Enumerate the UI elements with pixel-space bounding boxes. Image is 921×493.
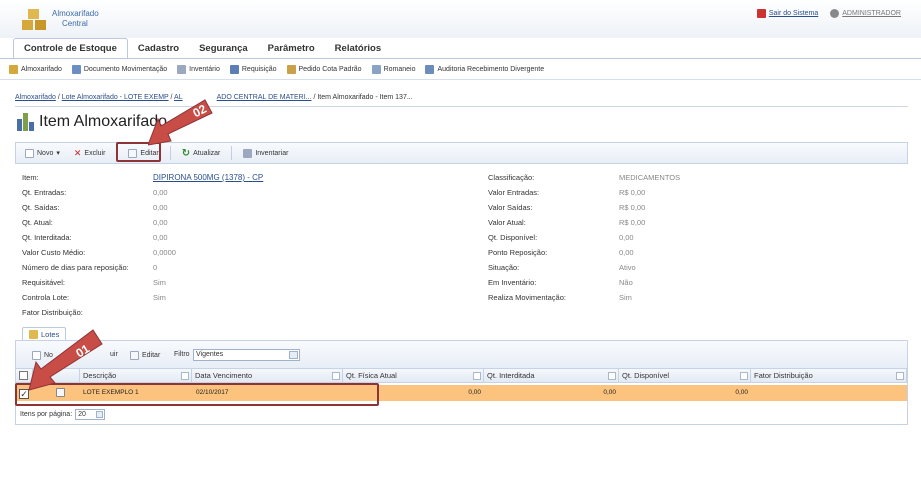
main-tabs: Controle de Estoque Cadastro Segurança P… xyxy=(13,38,391,58)
tab-controle-estoque[interactable]: Controle de Estoque xyxy=(13,38,128,58)
document-icon xyxy=(71,64,81,74)
item-icon xyxy=(17,113,34,131)
col-qt-interditada[interactable]: Qt. Interditada xyxy=(484,369,619,383)
toolbar-separator xyxy=(231,146,233,160)
arrow-01-icon xyxy=(28,329,103,391)
menu-inventario[interactable]: Inventário xyxy=(177,64,220,74)
tab-seguranca[interactable]: Segurança xyxy=(189,40,258,58)
top-bar: Almoxarifado Central Sair do Sistema ADM… xyxy=(0,0,921,38)
menu-requisicao[interactable]: Requisição xyxy=(229,64,277,74)
col-data-vencimento[interactable]: Data Vencimento xyxy=(192,369,343,383)
lotes-toolbar: No uir Editar Filtro Vigentes xyxy=(16,341,907,369)
boxes-logo-icon xyxy=(22,9,46,30)
cell-disponivel: 0,00 xyxy=(735,389,748,396)
chevron-down-icon: ▾ xyxy=(56,150,60,157)
column-menu-icon[interactable] xyxy=(608,372,616,380)
chevron-down-icon xyxy=(289,351,298,359)
col-qt-disponivel[interactable]: Qt. Disponível xyxy=(619,369,751,383)
menu-almoxarifado[interactable]: Almoxarifado xyxy=(9,64,62,74)
sub-menu-bar: Almoxarifado Documento Movimentação Inve… xyxy=(0,58,921,80)
pagination: Itens por página: 20 xyxy=(20,409,106,420)
requisition-icon xyxy=(229,64,239,74)
user-icon xyxy=(830,9,840,18)
tab-parametro[interactable]: Parâmetro xyxy=(258,40,325,58)
col-qt-fisica[interactable]: Qt. Física Atual xyxy=(343,369,484,383)
menu-pedido-cota-padrao[interactable]: Pedido Cota Padrão xyxy=(286,64,362,74)
column-menu-icon[interactable] xyxy=(473,372,481,380)
menu-documento-movimentacao[interactable]: Documento Movimentação xyxy=(71,64,167,74)
delete-button[interactable]: ✕ Excluir xyxy=(71,146,109,161)
logout-link[interactable]: Sair do Sistema xyxy=(756,9,818,18)
column-menu-icon[interactable] xyxy=(896,372,904,380)
menu-romaneio[interactable]: Romaneio xyxy=(371,64,415,74)
delete-x-icon: ✕ xyxy=(73,147,82,158)
column-menu-icon[interactable] xyxy=(332,372,340,380)
inventory-icon xyxy=(177,64,187,74)
page-title-wrap: Item Almoxarifado xyxy=(17,113,167,131)
tab-cadastro[interactable]: Cadastro xyxy=(128,40,189,58)
app-title: Almoxarifado Central xyxy=(52,9,99,28)
inventory-icon xyxy=(243,148,253,158)
chevron-down-icon xyxy=(96,411,104,418)
edit-icon xyxy=(130,351,139,360)
crumb-almoxarifado[interactable]: Almoxarifado xyxy=(15,94,56,101)
cell-interditada: 0,00 xyxy=(603,389,616,396)
arrow-02-icon xyxy=(148,99,213,146)
menu-auditoria[interactable]: Auditoria Recebimento Divergente xyxy=(425,64,544,74)
tab-relatorios[interactable]: Relatórios xyxy=(325,40,391,58)
item-link[interactable]: DIPIRONA 500MG (1378) - CP xyxy=(153,172,263,184)
column-menu-icon[interactable] xyxy=(181,372,189,380)
audit-icon xyxy=(425,64,435,74)
grid-header: Descrição Data Vencimento Qt. Física Atu… xyxy=(16,369,907,383)
col-fator[interactable]: Fator Distribuição xyxy=(751,369,907,383)
column-menu-icon[interactable] xyxy=(740,372,748,380)
filter-label: Filtro xyxy=(174,351,190,358)
new-button[interactable]: Novo ▾ xyxy=(22,147,63,160)
user-link[interactable]: ADMINISTRADOR xyxy=(830,9,901,18)
new-doc-icon xyxy=(25,148,34,158)
inventory-button[interactable]: Inventariar xyxy=(240,147,291,160)
lotes-edit-button[interactable]: Editar xyxy=(130,351,160,360)
warehouse-icon xyxy=(9,64,18,74)
exit-icon xyxy=(756,9,766,18)
order-icon xyxy=(286,64,296,74)
crumb-current: Item Almoxarifado - Item 137... xyxy=(317,94,413,101)
per-page-select[interactable]: 20 xyxy=(75,409,106,420)
shipment-icon xyxy=(371,64,381,74)
filter-select[interactable]: Vigentes xyxy=(193,349,300,361)
